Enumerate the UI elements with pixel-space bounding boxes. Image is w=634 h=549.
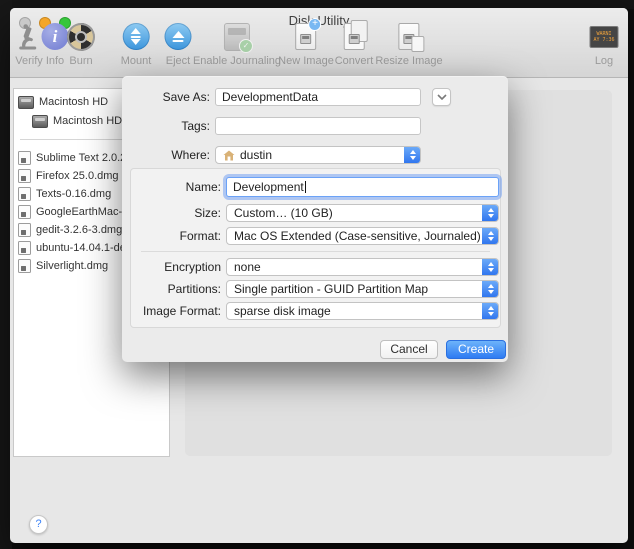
toolbar-verify[interactable]: Verify — [15, 20, 43, 67]
hard-drive-icon — [18, 96, 34, 109]
format-popup[interactable]: Mac OS Extended (Case-sensitive, Journal… — [226, 227, 499, 245]
toolbar-label: Info — [46, 55, 64, 67]
convert-icon — [344, 23, 365, 50]
toolbar-label: New Image — [278, 55, 334, 67]
disk-utility-window: Disk Utility Verify i Info — [10, 8, 628, 543]
toolbar-log[interactable]: WARNI AY 7:36 Log — [590, 20, 619, 67]
green-check-icon: ✓ — [239, 39, 253, 53]
window-header: Disk Utility Verify i Info — [10, 8, 628, 78]
info-icon: i — [42, 23, 69, 50]
help-button[interactable]: ? — [29, 515, 48, 534]
where-popup[interactable]: dustin — [215, 146, 421, 164]
image-format-label: Image Format: — [131, 302, 221, 320]
toolbar-resize-image[interactable]: Resize Image — [375, 20, 442, 67]
sidebar-item-label: Silverlight.dmg — [36, 260, 108, 272]
create-button[interactable]: Create — [446, 340, 506, 359]
text-caret — [305, 181, 306, 193]
size-label: Size: — [131, 204, 221, 222]
popup-stepper-icon — [482, 280, 499, 298]
image-options-group: Name: Development Size: Custom… (10 GB) … — [130, 168, 501, 328]
sidebar-item-label: Macintosh HD — [53, 115, 122, 127]
name-input[interactable]: Development — [226, 177, 499, 197]
popup-stepper-icon — [482, 227, 499, 245]
toolbar-info[interactable]: i Info — [42, 20, 69, 67]
toolbar-label: Log — [595, 55, 613, 67]
toolbar-eject[interactable]: Eject — [165, 20, 192, 67]
image-format-popup[interactable]: sparse disk image — [226, 302, 499, 320]
tags-input[interactable] — [215, 117, 421, 135]
disk-image-icon — [18, 241, 31, 255]
home-folder-icon — [223, 150, 235, 161]
disk-image-icon — [18, 169, 31, 183]
toolbar-mount[interactable]: Mount — [121, 20, 152, 67]
eject-icon — [165, 23, 192, 50]
disk-image-icon — [18, 205, 31, 219]
new-image-sheet: Save As: DevelopmentData Tags: Where: du… — [122, 76, 508, 362]
toolbar-convert[interactable]: Convert — [335, 20, 374, 67]
popup-stepper-icon — [482, 258, 499, 276]
enable-journaling-icon: ✓ — [224, 23, 250, 51]
encryption-label: Encryption — [131, 258, 221, 276]
toolbar-burn[interactable]: Burn — [67, 20, 95, 67]
resize-image-icon — [398, 23, 419, 50]
disk-image-icon — [18, 259, 31, 273]
sidebar-item-label: Macintosh HD — [39, 96, 108, 108]
encryption-popup[interactable]: none — [226, 258, 499, 276]
toolbar-label: Convert — [335, 55, 374, 67]
chevron-down-icon — [437, 94, 447, 100]
sidebar-item-label: Sublime Text 2.0.2 — [36, 152, 126, 164]
partitions-label: Partitions: — [131, 280, 221, 298]
name-label: Name: — [131, 178, 221, 196]
new-image-icon: + — [295, 23, 316, 50]
save-as-label: Save As: — [122, 88, 210, 106]
size-popup[interactable]: Custom… (10 GB) — [226, 204, 499, 222]
toolbar-label: Enable Journaling — [193, 55, 281, 67]
where-label: Where: — [122, 146, 210, 164]
group-divider — [141, 251, 490, 252]
save-as-input[interactable]: DevelopmentData — [215, 88, 421, 106]
disk-image-icon — [18, 223, 31, 237]
mount-icon — [122, 23, 149, 50]
plus-badge-icon: + — [308, 18, 321, 31]
toolbar-new-image[interactable]: + New Image — [278, 20, 334, 67]
format-label: Format: — [131, 227, 221, 245]
sidebar-item-label: GoogleEarthMac-I — [36, 206, 125, 218]
expand-sheet-button[interactable] — [432, 88, 451, 106]
verify-microscope-icon — [17, 20, 41, 53]
log-console-icon: WARNI AY 7:36 — [590, 26, 619, 48]
sidebar-item-label: gedit-3.2.6-3.dmg — [36, 224, 122, 236]
sidebar-item-label: ubuntu-14.04.1-de — [36, 242, 126, 254]
sidebar-item-label: Firefox 25.0.dmg — [36, 170, 119, 182]
hard-drive-icon — [32, 115, 48, 128]
sidebar-item-label: Texts-0.16.dmg — [36, 188, 111, 200]
tags-label: Tags: — [122, 117, 210, 135]
popup-stepper-icon — [404, 146, 421, 164]
popup-stepper-icon — [482, 302, 499, 320]
burn-disc-icon — [67, 23, 95, 51]
toolbar-label: Eject — [166, 55, 190, 67]
toolbar-label: Verify — [15, 55, 43, 67]
popup-stepper-icon — [482, 204, 499, 222]
toolbar-label: Resize Image — [375, 55, 442, 67]
toolbar-enable-journaling[interactable]: ✓ Enable Journaling — [193, 20, 281, 67]
toolbar-label: Burn — [69, 55, 92, 67]
disk-image-icon — [18, 187, 31, 201]
cancel-button[interactable]: Cancel — [380, 340, 438, 359]
partitions-popup[interactable]: Single partition - GUID Partition Map — [226, 280, 499, 298]
toolbar-label: Mount — [121, 55, 152, 67]
disk-image-icon — [18, 151, 31, 165]
